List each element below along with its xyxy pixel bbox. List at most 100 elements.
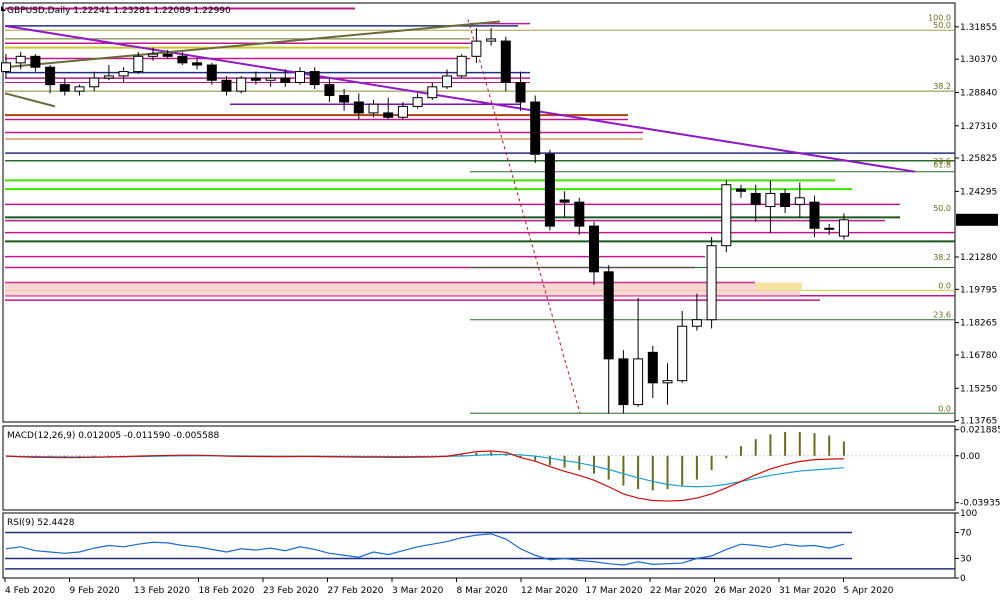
bear-candle [809,201,820,229]
price-tick-label: 1.16780 [960,351,997,361]
date-tick-label: 8 Mar 2020 [457,586,509,596]
macd-signal-line [5,453,844,488]
yellow-zone [757,282,802,291]
bear-candle [177,55,188,64]
date-tick-label: 12 Mar 2020 [521,586,578,596]
bull-candle [427,86,438,99]
bear-candle [206,64,217,81]
rsi-tick-label: 0 [960,574,966,584]
bull-candle [236,77,247,92]
macd-header: MACD(12,26,9) 0.012005 -0.011590 -0.0055… [7,431,220,441]
fib-level-label: 50.0 [933,21,951,30]
macd-tick-label: -0.039351 [960,499,1000,509]
price-tick-label: 1.18265 [960,319,997,329]
chart-svg: 100.050.038.223.661.850.038.20.023.60.01… [1,2,1000,596]
bull-candle [118,71,129,77]
bull-candle [148,53,158,57]
date-tick-label: 13 Feb 2020 [134,586,190,596]
price-tick-label: 1.30370 [960,55,997,65]
bull-candle [706,245,717,321]
date-tick-label: 18 Feb 2020 [199,586,255,596]
bear-candle [250,77,261,81]
rsi-tick-label: 100 [960,509,977,519]
fib-level-label: 0.0 [938,281,951,290]
bull-candle [838,219,849,237]
chart-window: 100.0 50.0 38.2 23.6 61.8 50.0 38.2 0.0 23.6 0.0 1… [0,0,1000,600]
date-tick-label: 17 Mar 2020 [586,586,643,596]
price-tick-label: 1.21280 [960,253,997,263]
bear-candle [162,53,173,57]
rsi-tick-label: 70 [960,529,972,539]
bear-candle [221,79,232,92]
bull-candle [765,192,776,208]
bear-candle [192,62,203,66]
bear-candle [309,71,320,86]
macd-tick-label: 0.00 [960,452,980,462]
bull-candle [486,38,497,42]
date-tick-label: 27 Feb 2020 [328,586,384,596]
fib-level-label: 23.6 [933,311,951,320]
bear-candle [353,101,364,114]
support-zone [5,282,800,296]
bear-candle [59,84,70,92]
bear-candle [339,95,350,103]
bear-candle [574,201,585,227]
bull-candle [397,105,408,118]
bull-candle [721,184,732,247]
price-tick-label: 1.31855 [960,23,997,33]
price-tick-label: 1.15250 [960,384,997,394]
bear-candle [750,192,761,205]
bull-candle [471,40,482,57]
price-tick-label: 1.24295 [960,187,997,197]
bull-candle [265,77,276,81]
bull-candle [74,86,85,92]
date-tick-label: 3 Mar 2020 [392,586,444,596]
bull-candle [677,325,688,382]
price-tick-label: 1.19795 [960,285,997,295]
fib-level-label: 50.0 [933,204,951,213]
rsi-tick-label: 30 [960,555,972,565]
short-trend-line [4,92,56,108]
date-tick-label: 9 Feb 2020 [70,586,121,596]
fib-level-label: 38.2 [933,82,951,91]
price-tick-label: 1.27310 [960,122,997,132]
symbol-header: GBPUSD,Daily 1.22241 1.23281 1.22089 1.2… [7,6,231,16]
rsi-header: RSI(9) 52.4428 [7,518,75,528]
bull-candle [824,227,835,230]
bull-candle [15,55,26,64]
date-tick-label: 31 Mar 2020 [779,586,836,596]
fib-level-label: 38.2 [933,253,951,262]
bear-candle [589,225,599,273]
date-tick-label: 5 Apr 2020 [844,586,894,596]
bear-candle [736,188,746,192]
macd-main-line [5,450,844,502]
bull-candle [103,75,114,79]
date-tick-label: 23 Feb 2020 [263,586,319,596]
bull-candle [794,197,805,205]
bull-candle [691,319,702,327]
bear-candle [780,192,791,208]
price-tick-label: 1.28840 [960,88,997,98]
bear-candle [30,55,41,68]
bull-candle [456,55,467,77]
bear-candle [324,84,335,97]
bull-candle [442,75,452,88]
bull-candle [133,55,144,73]
bear-candle [515,81,526,103]
bear-candle [45,66,56,86]
bear-candle [647,351,658,384]
bull-candle [368,103,379,114]
date-tick-label: 26 Mar 2020 [715,586,772,596]
fib-level-label: 61.8 [933,161,951,170]
rsi-line [5,533,845,566]
bear-candle [383,112,394,118]
bear-candle [280,77,291,83]
uptrend-line [4,20,501,69]
bear-candle [618,358,629,406]
current-price-label: 1.22990 [959,216,996,226]
bear-candle [530,101,541,155]
bear-candle [544,153,555,227]
date-tick-label: 22 Mar 2020 [650,586,707,596]
bull-candle [662,380,673,384]
bull-candle [633,358,644,406]
